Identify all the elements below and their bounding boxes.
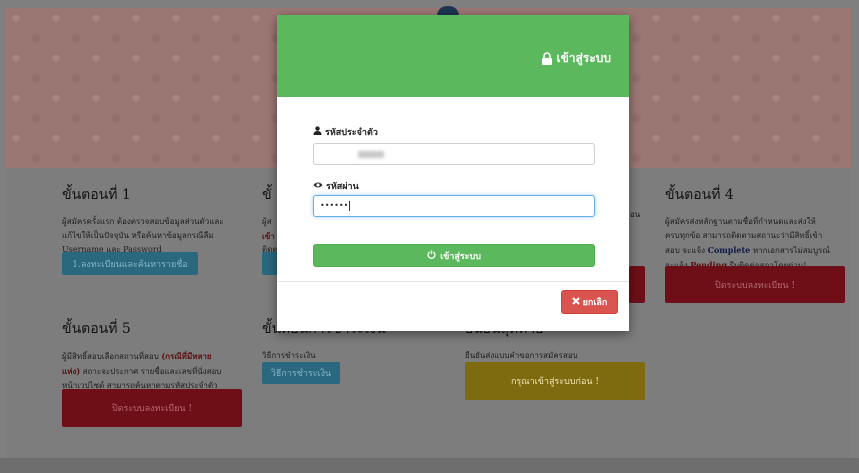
step-5-line-2: แห่ง) สถาะจะประกาศ รายชื่อและเลขที่นั่งส… (62, 364, 262, 379)
step-4-line-1: ผู้สมัครส่งหลักฐานตามชื่อที่กำหนดและส่งใ… (665, 217, 816, 226)
login-modal: เข้าสู่ระบบ รหัสประจำตัว รหัสผ่าน •••••• (277, 15, 629, 331)
step-5-line-2a: แห่ง) (62, 366, 81, 376)
step-2-fragment: ขั้ ผู้ส เข้า ติดต (262, 184, 278, 257)
step-5-line-1a: ผู้มีสิทธิ์สอบเลือกสถานที่สอบ (62, 352, 159, 361)
modal-header: เข้าสู่ระบบ (277, 15, 629, 97)
password-value: •••••• (320, 201, 349, 210)
power-icon (427, 249, 436, 262)
step-4-line-3a: สอบ จะแจ้ง (665, 246, 706, 255)
step-3-fragment-text: อน (630, 210, 641, 219)
modal-title: เข้าสู่ระบบ (541, 49, 612, 68)
step-4-line-2: ครบทุกข้อ สามารถติดตามสถานะว่ามีสิทธิ์เข… (665, 231, 823, 240)
step-4: ขั้นตอนที่ 4 ผู้สมัครส่งหลักฐานตามชื่อที… (665, 184, 855, 273)
step-2-line-1: ผู้ส (262, 217, 272, 226)
id-label-text: รหัสประจำตัว (325, 128, 378, 138)
step-5: ขั้นตอนที่ 5 ผู้มีสิทธิ์สอบเลือกสถานที่ส… (62, 318, 262, 393)
cancel-button[interactable]: ยกเลิก (561, 290, 618, 314)
step-confirm-line: ยืนยันส่งแบบคำขอการสมัครสอบ (465, 351, 578, 360)
step-4-title: ขั้นตอนที่ 4 (665, 187, 734, 203)
password-label-text: รหัสผ่าน (326, 182, 359, 192)
password-label: รหัสผ่าน (313, 179, 359, 193)
user-icon (313, 126, 322, 138)
login-button-label: เข้าสู่ระบบ (440, 251, 481, 262)
register-search-button[interactable]: 1.ลงทะเบียนและค้นหารายชื่อ (62, 252, 198, 275)
step-5-line-1b: (กรณีที่มีหลาย (161, 351, 212, 361)
eye-icon (313, 181, 323, 192)
cancel-button-label: ยกเลิก (582, 298, 608, 308)
step-3-fragment: อน (630, 208, 640, 222)
step-2-title: ขั้ (262, 187, 272, 203)
text-cursor (349, 200, 351, 211)
step-3-button-fragment[interactable] (629, 266, 645, 303)
footer-strip (0, 458, 859, 473)
redacted-id-value (358, 151, 384, 158)
step-payment-line: วิธีการชำระเงิน (262, 351, 316, 360)
step-2-button-fragment[interactable] (262, 252, 278, 275)
login-button[interactable]: เข้าสู่ระบบ (313, 244, 595, 267)
lock-icon (541, 52, 553, 65)
close-icon (571, 296, 580, 308)
modal-title-text: เข้าสู่ระบบ (556, 51, 612, 65)
step-1-title: ขั้นตอนที่ 1 (62, 187, 131, 203)
id-label: รหัสประจำตัว (313, 125, 378, 139)
password-input[interactable]: •••••• (313, 195, 595, 217)
step-2-line-2: เข้า (262, 231, 275, 241)
complete-status: Complete (707, 245, 751, 255)
step-4-line-3: สอบ จะแจ้ง Complete หากเอกสารไม่สมบูรณ์ (665, 243, 855, 258)
step-4-line-3b: หากเอกสารไม่สมบูรณ์ (752, 246, 830, 255)
step-1-line-2: แก้ไขให้เป็นปัจจุบัน หรือค้นหาข้อมูลกรณี… (62, 231, 214, 240)
closed-registration-button-5[interactable]: ปิดระบบลงทะเบียน ! (62, 389, 242, 427)
id-input[interactable] (313, 143, 595, 165)
step-5-line-1: ผู้มีสิทธิ์สอบเลือกสถานที่สอบ (กรณีที่มี… (62, 349, 262, 364)
please-login-button[interactable]: กรุณาเข้าสู่ระบบก่อน ! (465, 362, 645, 400)
step-1: ขั้นตอนที่ 1 ผู้สมัครครั้งแรก ต้องตรวจสอ… (62, 184, 262, 257)
step-5-line-2b: สถาะจะประกาศ รายชื่อและเลขที่นั่งสอบ (82, 367, 222, 376)
step-5-title: ขั้นตอนที่ 5 (62, 321, 131, 337)
payment-method-button[interactable]: วิธีการชำระเงิน (262, 362, 340, 384)
step-1-line-1: ผู้สมัครครั้งแรก ต้องตรวจสอบข้อมูลส่วนตั… (62, 217, 224, 226)
closed-registration-button-4[interactable]: ปิดระบบลงทะเบียน ! (665, 266, 845, 303)
